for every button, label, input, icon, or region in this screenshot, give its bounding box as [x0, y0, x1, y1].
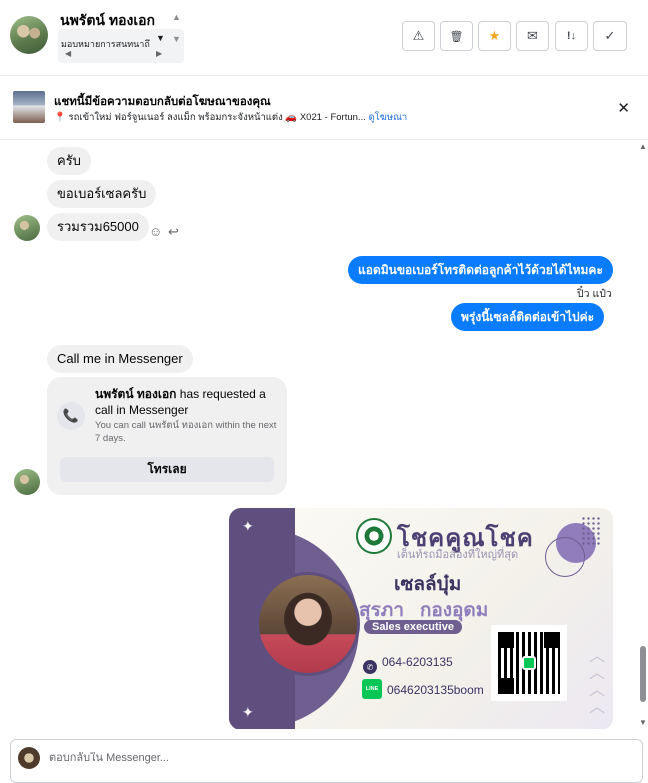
scroll-up-arrow-icon[interactable]: ▲: [172, 12, 181, 22]
incoming-message: ครับ: [47, 147, 91, 175]
call-request-card: 📞 นพรัตน์ ทองเอก has requested a call in…: [47, 377, 287, 495]
outgoing-message: แอดมินขอเบอร์โทรติดต่อลูกค้าไว้ด้วยได้ไห…: [348, 256, 613, 284]
sender-avatar: [14, 469, 40, 495]
incoming-message: ขอเบอร์เซลครับ: [47, 180, 157, 208]
close-icon[interactable]: ✕: [617, 99, 630, 117]
ad-description: 📍 รถเข้าใหม่ ฟอร์จูนเนอร์ ลงแม็ก พร้อมกร…: [54, 112, 366, 123]
sender-avatar: [14, 215, 40, 241]
message-sender-label: ปิ๋ว แป๋ว: [577, 288, 612, 300]
sparkle-icon: ✦: [242, 518, 254, 534]
message-thread[interactable]: ครับ ขอเบอร์เซลครับ รวมรวม65000 ☺ ↩ แอดม…: [0, 141, 648, 729]
reply-icon[interactable]: ↩: [168, 224, 179, 240]
brand-logo: [356, 518, 392, 554]
assign-conversation-select[interactable]: มอบหมายการสนทนาถึ ▼ ▲ ▼ ◀ ▶: [58, 12, 184, 63]
view-ad-link[interactable]: ดูโฆษณา: [369, 112, 408, 123]
call-requester-name: นพรัตน์ ทองเอก: [95, 387, 177, 401]
reply-composer[interactable]: [10, 739, 643, 783]
mark-unread-button[interactable]: ✉: [516, 21, 549, 51]
ad-banner-detail: 📍 รถเข้าใหม่ ฟอร์จูนเนอร์ ลงแม็ก พร้อมกร…: [54, 110, 407, 125]
card-line-id: 0646203135boom: [387, 683, 484, 697]
mark-done-button[interactable]: ✓: [593, 21, 627, 51]
salesperson-photo: [256, 572, 360, 676]
sparkle-icon: ✦: [242, 704, 254, 720]
assign-select-label: มอบหมายการสนทนาถึ: [61, 39, 150, 49]
scroll-down-arrow-icon[interactable]: ▼: [172, 34, 181, 44]
follow-up-icon: !↓: [566, 30, 577, 42]
conversation-header: นพรัตน์ ทองเอก มอบหมายการสนทนาถึ ▼ ▲ ▼ ◀…: [0, 0, 648, 76]
chevron-up-icon: ︿ ︿ ︿ ︿: [589, 648, 606, 716]
incoming-message: รวมรวม65000: [47, 213, 149, 241]
reply-input[interactable]: [49, 752, 609, 764]
qr-code: [491, 625, 567, 701]
call-request-subtext: You can call นพรัตน์ ทองเอก within the n…: [95, 420, 277, 444]
phone-icon: ✆: [363, 660, 377, 674]
scroll-left-arrow-icon[interactable]: ◀: [65, 49, 71, 58]
spam-button[interactable]: ⚠: [402, 21, 435, 51]
delete-button[interactable]: 🗑: [440, 21, 473, 51]
card-decoration: [581, 516, 601, 546]
thread-scrollbar[interactable]: ▲ ▼: [638, 141, 648, 729]
envelope-icon: ✉: [527, 28, 538, 43]
call-now-button[interactable]: โทรเลย: [60, 457, 274, 482]
page-avatar: [18, 747, 40, 769]
phone-icon: 📞: [57, 402, 85, 430]
scrollbar-thumb[interactable]: [640, 646, 646, 702]
ad-reply-banner: แชทนี้มีข้อความตอบกลับต่อโฆษณาของคุณ 📍 ร…: [0, 77, 648, 140]
line-app-icon: LINE: [362, 679, 382, 699]
contact-avatar[interactable]: [10, 16, 48, 54]
business-card-image[interactable]: ✦ ✦ โชคคูณโชค เต็นท์รถมือสองที่ใหญ่ที่สุ…: [229, 508, 613, 729]
star-icon: ★: [488, 28, 501, 43]
card-slogan: เต็นท์รถมือสองที่ใหญ่ที่สุด: [397, 549, 519, 561]
warning-icon: ⚠: [412, 28, 425, 43]
ad-thumbnail[interactable]: [13, 91, 45, 123]
chevron-down-icon: ▼: [156, 33, 165, 43]
card-role-badge: Sales executive: [364, 620, 462, 634]
checkmark-icon: ✓: [604, 28, 616, 43]
incoming-message: Call me in Messenger: [47, 345, 193, 373]
call-request-title: นพรัตน์ ทองเอก has requested a call in M…: [95, 386, 279, 418]
ad-banner-title: แชทนี้มีข้อความตอบกลับต่อโฆษณาของคุณ: [54, 96, 271, 108]
trash-icon: 🗑: [449, 30, 464, 43]
star-button[interactable]: ★: [478, 21, 511, 51]
follow-up-button[interactable]: !↓: [555, 21, 588, 51]
card-phone-number: 064-6203135: [382, 655, 453, 669]
scroll-up-arrow-icon[interactable]: ▲: [639, 142, 647, 151]
react-emoji-icon[interactable]: ☺: [149, 224, 162, 239]
line-app-icon: [522, 656, 536, 670]
scroll-down-arrow-icon[interactable]: ▼: [639, 718, 647, 727]
card-decoration: [545, 537, 585, 577]
outgoing-message: พรุ่งนี้เซลล์ติดต่อเข้าไปค่ะ: [451, 303, 605, 331]
scroll-right-arrow-icon[interactable]: ▶: [156, 49, 162, 58]
